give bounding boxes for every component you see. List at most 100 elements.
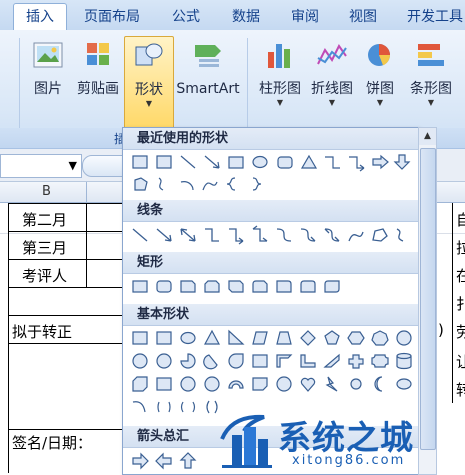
curved-connector-shape-icon	[276, 228, 292, 242]
smartart-button[interactable]: SmartArt	[174, 40, 242, 120]
elbow-double-arrow-shape-icon	[252, 225, 268, 242]
double-bracket-shape-icon	[157, 401, 171, 413]
cell-third-month[interactable]: 第三月	[22, 237, 67, 258]
formula-expand-handle[interactable]	[82, 155, 124, 177]
lines-row[interactable]	[123, 224, 418, 246]
hexagon-shape-icon	[347, 331, 365, 345]
recent-shapes-row[interactable]	[123, 152, 418, 198]
watermark-url: xitong86.com	[292, 453, 406, 468]
watermark-brand: 系统之城	[278, 418, 414, 457]
block-arc-shape-icon	[228, 380, 244, 389]
shapes-button[interactable]: 形状 ▼	[124, 36, 174, 130]
cell-second-month[interactable]: 第二月	[22, 209, 67, 230]
cell-evaluator[interactable]: 考评人	[22, 265, 67, 286]
scribble-shape-icon	[396, 228, 404, 242]
tab-insert[interactable]: 插入	[13, 3, 67, 32]
no-symbol-shape-icon	[204, 376, 220, 392]
arrow-shape-icon	[156, 228, 172, 242]
round-single-corner-rect-shape-icon	[276, 280, 292, 293]
cloud-shape-icon	[396, 378, 412, 390]
column-chart-button[interactable]: 柱形图 ▼	[254, 40, 306, 120]
trapezoid-shape-icon	[276, 331, 292, 345]
tab-review[interactable]: 审阅	[284, 4, 326, 30]
name-box[interactable]: ▼	[0, 154, 82, 178]
cell-fragment[interactable]: 扌	[456, 293, 465, 314]
bevel-shape-icon	[134, 177, 148, 191]
column-header-b[interactable]: B	[42, 184, 51, 199]
left-arrow-shape-icon	[155, 452, 172, 470]
picture-button[interactable]: 图片	[28, 40, 68, 120]
cell-fragment[interactable]: 在	[456, 265, 465, 286]
tab-data[interactable]: 数据	[225, 4, 267, 30]
right-arrow-shape-icon	[132, 452, 149, 470]
cell-signature-date[interactable]: 签名/日期：	[12, 432, 92, 453]
cube-shape-icon	[132, 376, 148, 392]
curve-shape-icon	[202, 181, 218, 191]
column-divider	[86, 182, 87, 202]
pie-shape-icon	[180, 353, 196, 369]
pie-chart-icon	[368, 44, 391, 66]
pie-chart-button[interactable]: 饼图 ▼	[360, 40, 400, 120]
cell-fragment[interactable]: 拉	[456, 237, 465, 258]
elbow-arrow-shape-icon	[229, 228, 244, 245]
donut-shape-icon	[180, 376, 196, 392]
cell-fragment[interactable]: 转	[456, 379, 465, 400]
up-arrow-shape-icon	[179, 452, 197, 469]
table-border	[8, 259, 123, 260]
heptagon-shape-icon	[371, 330, 389, 346]
cell-fragment[interactable]: 劳	[456, 321, 465, 342]
parallelogram-shape-icon	[252, 331, 268, 345]
cell-fragment[interactable]: 自	[456, 209, 465, 230]
cell-planned-confirmation[interactable]: 拟于转正	[12, 321, 72, 342]
table-border	[8, 315, 123, 316]
clipart-button[interactable]: 剪贴画	[74, 40, 122, 120]
double-brace-shape-icon	[180, 401, 196, 413]
table-border	[452, 203, 453, 403]
table-border	[8, 287, 123, 288]
bar-chart-button[interactable]: 条形图 ▼	[404, 40, 458, 120]
cell-paren-fragment[interactable]: )	[438, 321, 444, 339]
oval-shape-icon	[180, 331, 196, 345]
shapes-icon	[135, 43, 163, 66]
section-rectangles: 矩形	[123, 252, 418, 274]
section-basic-shapes: 基本形状	[123, 304, 418, 326]
name-box-dropdown-icon[interactable]: ▼	[69, 159, 77, 172]
table-border	[8, 343, 123, 344]
triangle-shape-icon	[203, 329, 221, 345]
tab-view[interactable]: 视图	[342, 4, 384, 30]
l-shape-icon	[300, 354, 316, 368]
table-border	[8, 429, 123, 430]
lightning-bolt-shape-icon	[325, 376, 338, 392]
round-diagonal-rect-shape-icon	[324, 280, 340, 293]
rectangles-row[interactable]	[123, 276, 418, 298]
tab-formulas[interactable]: 公式	[165, 4, 207, 30]
line-shape-icon	[180, 155, 196, 169]
tab-developer[interactable]: 开发工具	[400, 4, 465, 30]
cell-fragment[interactable]: 让	[456, 351, 465, 372]
line-chart-arrow-icon: ▼	[328, 98, 336, 107]
curved-arrow-shape-icon	[300, 228, 316, 242]
double-arrow-shape-icon	[180, 228, 196, 242]
half-frame-shape-icon	[276, 354, 293, 368]
snip-round-rect-shape-icon	[252, 280, 268, 293]
scroll-up-icon[interactable]: ▲	[419, 128, 436, 145]
octagon-shape-icon	[396, 330, 412, 346]
sun-shape-icon	[350, 378, 362, 390]
vertical-textbox-shape-icon	[156, 155, 172, 169]
section-recent-shapes: 最近使用的形状	[123, 128, 418, 150]
picture-icon	[33, 42, 63, 68]
bar-chart-arrow-icon: ▼	[427, 98, 435, 107]
cross-shape-icon	[348, 354, 364, 369]
decagon-shape-icon	[132, 353, 148, 369]
section-lines: 线条	[123, 200, 418, 222]
right-brace-shape-icon	[252, 177, 262, 191]
oval-shape-icon	[252, 155, 268, 169]
line-chart-button[interactable]: 折线图 ▼	[306, 40, 358, 120]
tab-page-layout[interactable]: 页面布局	[75, 4, 149, 30]
right-triangle-shape-icon	[228, 329, 245, 345]
left-bracket-shape-icon	[206, 400, 210, 414]
diagonal-stripe-shape-icon	[323, 353, 340, 368]
curve-shape-icon	[348, 231, 364, 242]
bar-chart-icon	[418, 44, 444, 66]
snip-same-side-rect-shape-icon	[204, 280, 220, 293]
